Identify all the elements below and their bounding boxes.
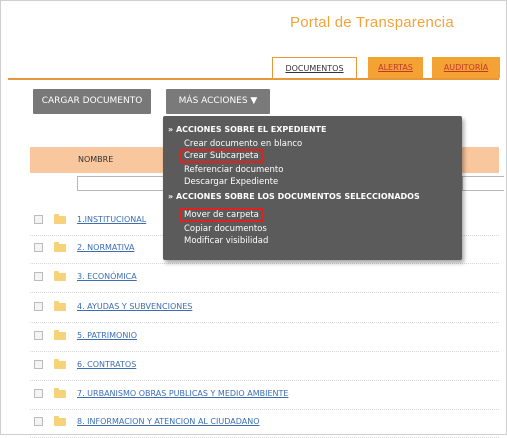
menu-section-seleccionados: » ACCIONES SOBRE LOS DOCUMENTOS SELECCIO… [168,192,420,201]
menu-section-expediente: » ACCIONES SOBRE EL EXPEDIENTE [168,125,327,134]
tab-underline [8,78,499,80]
more-actions-dropdown: » ACCIONES SOBRE EL EXPEDIENTE Crear doc… [163,116,462,260]
folder-icon [54,242,66,252]
folder-link[interactable]: 7. URBANISMO OBRAS PUBLICAS Y MEDIO AMBI… [77,389,288,398]
menu-item-descargar[interactable]: Descargar Expediente [184,177,278,187]
table-row: 3. ECONÓMICA [30,264,499,293]
row-checkbox[interactable] [34,417,43,426]
folder-icon [54,214,66,224]
portal-title: Portal de Transparencia [290,14,454,31]
folder-link[interactable]: 5. PATRIMONIO [77,331,137,340]
row-checkbox[interactable] [34,331,43,340]
folder-icon [54,388,66,398]
folder-icon [54,271,66,281]
table-row: 6. CONTRATOS [30,352,499,381]
table-row: 4. AYUDAS Y SUBVENCIONES [30,294,499,323]
menu-item-referenciar[interactable]: Referenciar documento [184,165,283,175]
folder-link[interactable]: 2. NORMATIVA [77,243,134,252]
menu-item-crear-subcarpeta-label: Crear Subcarpeta [180,149,263,163]
row-checkbox[interactable] [34,243,43,252]
row-checkbox[interactable] [34,215,43,224]
secondary-filter-input[interactable] [462,176,504,191]
folder-icon [54,359,66,369]
folder-link[interactable]: 1.INSTITUCIONAL [77,215,146,224]
table-row: 8. INFORMACION Y ATENCION AL CIUDADANO [30,409,499,438]
menu-item-copiar[interactable]: Copiar documentos [184,224,267,234]
folder-icon [54,330,66,340]
folder-link[interactable]: 6. CONTRATOS [77,360,136,369]
row-checkbox[interactable] [34,302,43,311]
folder-icon [54,301,66,311]
tab-auditoria[interactable]: AUDITORÍA [432,57,500,78]
column-header-name[interactable]: NOMBRE [78,155,113,164]
folder-link[interactable]: 4. AYUDAS Y SUBVENCIONES [77,302,192,311]
menu-item-crear-subcarpeta[interactable]: Crear Subcarpeta [180,149,263,163]
folder-link[interactable]: 3. ECONÓMICA [77,272,137,281]
row-checkbox[interactable] [34,360,43,369]
folder-icon [54,416,66,426]
more-actions-button[interactable]: MÁS ACCIONES ▼ [166,89,270,114]
menu-item-mover-carpeta[interactable]: Mover de carpeta [180,208,263,222]
menu-item-mover-carpeta-label: Mover de carpeta [180,208,263,222]
menu-item-visibilidad[interactable]: Modificar visibilidad [184,236,268,246]
tab-alertas[interactable]: ALERTAS [368,57,423,78]
table-row: 7. URBANISMO OBRAS PUBLICAS Y MEDIO AMBI… [30,381,499,410]
menu-item-crear-documento[interactable]: Crear documento en blanco [184,139,302,149]
folder-link[interactable]: 8. INFORMACION Y ATENCION AL CIUDADANO [77,417,260,426]
upload-document-button[interactable]: CARGAR DOCUMENTO [33,89,151,114]
row-checkbox[interactable] [34,272,43,281]
table-row: 5. PATRIMONIO [30,323,499,352]
row-checkbox[interactable] [34,389,43,398]
tab-documentos[interactable]: DOCUMENTOS [272,57,357,80]
